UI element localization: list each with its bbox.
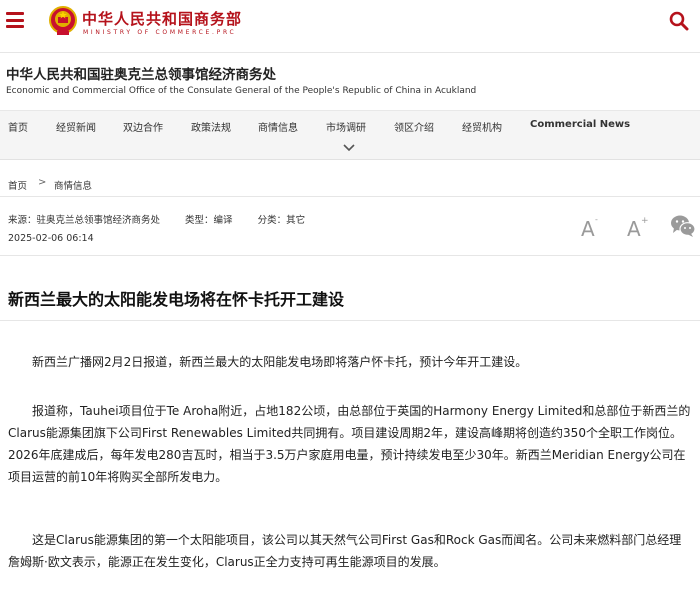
svg-text:-: - [595,215,598,224]
nav-item-region-intro[interactable]: 领区介绍 [394,119,434,134]
font-increase-icon[interactable]: A - [580,213,602,239]
nav-item-trade-institutions[interactable]: 经贸机构 [462,119,502,134]
search-icon[interactable] [669,11,689,31]
article-title: 新西兰最大的太阳能发电场将在怀卡托开工建设 [8,290,345,309]
title-divider [0,320,700,321]
breadcrumb-home[interactable]: 首页 [8,178,27,192]
svg-text:+: + [641,216,648,226]
office-title-english: Economic and Commercial Office of the Co… [6,86,477,96]
top-bar: 中华人民共和国商务部 MINISTRY OF COMMERCE.PRC [0,0,700,44]
meta-source: 来源：驻奥克兰总领事馆经济商务处 [8,215,161,226]
meta-type: 类型：编译 [185,215,233,226]
breadcrumb-separator: > [38,177,47,188]
ministry-logo-english: MINISTRY OF COMMERCE.PRC [83,29,237,36]
ministry-logo-text[interactable]: 中华人民共和国商务部 [82,8,242,29]
hamburger-menu-icon[interactable] [6,12,24,28]
main-nav: 首页 经贸新闻 双边合作 政策法规 商情信息 市场调研 领区介绍 经贸机构 Co… [0,110,700,160]
article-paragraph: 新西兰广播网2月2日报道，新西兰最大的太阳能发电场即将落户怀卡托，预计今年开工建… [32,355,528,369]
wechat-icon[interactable] [670,214,696,238]
nav-item-home[interactable]: 首页 [8,119,28,134]
nav-item-commercial-news[interactable]: Commercial News [530,119,630,130]
chevron-down-icon[interactable] [343,143,355,153]
nav-item-market-research[interactable]: 市场调研 [326,119,366,134]
svg-text:A: A [581,217,595,239]
font-increase-icon[interactable]: A + [626,213,648,239]
article-meta: 来源：驻奥克兰总领事馆经济商务处 类型：编译 分类：其它 [8,212,327,226]
national-emblem-icon[interactable] [49,6,77,36]
meta-date: 2025-02-06 06:14 [8,233,94,244]
breadcrumb: 首页 > 商情信息 [0,171,700,197]
office-title[interactable]: 中华人民共和国驻奥克兰总领事馆经济商务处 [6,63,276,83]
breadcrumb-current[interactable]: 商情信息 [54,178,92,192]
meta-divider [0,255,700,256]
header-divider [0,52,700,53]
article-paragraph: 这是Clarus能源集团的第一个太阳能项目，该公司以其天然气公司First Ga… [8,533,682,569]
nav-item-policy[interactable]: 政策法规 [191,119,231,134]
nav-item-bilateral[interactable]: 双边合作 [123,119,163,134]
nav-item-business-info[interactable]: 商情信息 [258,119,298,134]
article-paragraph: 报道称，Tauhei项目位于Te Aroha附近，占地182公顷，由总部位于英国… [8,404,691,484]
svg-text:A: A [627,217,641,239]
nav-item-trade-news[interactable]: 经贸新闻 [56,119,96,134]
meta-category: 分类：其它 [257,215,306,226]
